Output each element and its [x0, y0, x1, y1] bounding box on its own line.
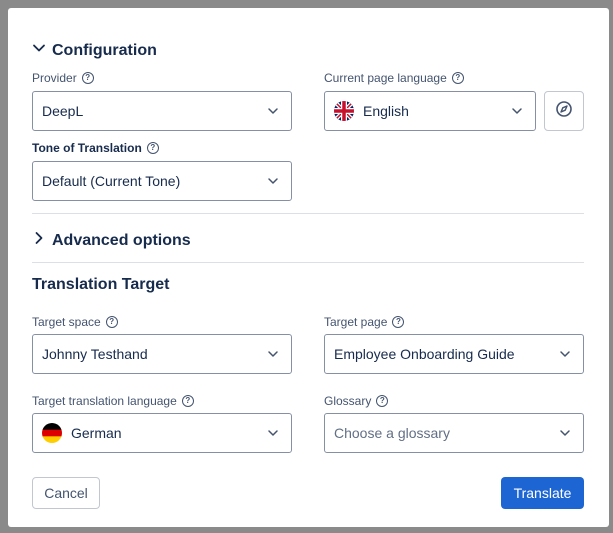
chevron-down-icon	[267, 175, 279, 187]
chevron-down-icon	[32, 41, 46, 60]
tone-label-row: Tone of Translation ?	[32, 141, 159, 155]
advanced-options-toggle[interactable]: Advanced options	[32, 231, 191, 250]
target-page-value: Employee Onboarding Guide	[334, 346, 515, 362]
chevron-down-icon	[559, 427, 571, 439]
help-icon[interactable]: ?	[146, 142, 159, 154]
divider	[32, 213, 584, 214]
current-language-label-row: Current page language ?	[324, 71, 464, 85]
glossary-select[interactable]: Choose a glossary	[324, 413, 584, 453]
configuration-toggle[interactable]: Configuration	[32, 41, 157, 60]
current-language-value: English	[363, 103, 409, 119]
uk-flag-icon	[334, 101, 354, 121]
provider-label: Provider	[32, 71, 77, 85]
target-language-select[interactable]: German	[32, 413, 292, 453]
divider	[32, 262, 584, 263]
tone-label: Tone of Translation	[32, 141, 142, 155]
help-icon[interactable]: ?	[81, 72, 94, 84]
current-language-label: Current page language	[324, 71, 447, 85]
chevron-right-icon	[32, 231, 46, 250]
cancel-button[interactable]: Cancel	[32, 477, 100, 509]
target-page-label-row: Target page ?	[324, 315, 405, 329]
translate-button[interactable]: Translate	[501, 477, 584, 509]
detect-language-button[interactable]	[544, 91, 584, 131]
advanced-options-title: Advanced options	[52, 231, 191, 249]
target-space-select[interactable]: Johnny Testhand	[32, 334, 292, 374]
glossary-label: Glossary	[324, 394, 372, 408]
current-language-select[interactable]: English	[324, 91, 536, 131]
glossary-label-row: Glossary ?	[324, 394, 389, 408]
help-icon[interactable]: ?	[451, 72, 464, 84]
chevron-down-icon	[559, 348, 571, 360]
chevron-down-icon	[267, 427, 279, 439]
glossary-placeholder: Choose a glossary	[334, 425, 450, 441]
tone-select[interactable]: Default (Current Tone)	[32, 161, 292, 201]
target-language-value: German	[71, 425, 122, 441]
target-language-label: Target translation language	[32, 394, 177, 408]
help-icon[interactable]: ?	[392, 316, 405, 328]
translation-target-title: Translation Target	[32, 276, 170, 293]
chevron-down-icon	[267, 105, 279, 117]
help-icon[interactable]: ?	[376, 395, 389, 407]
chevron-down-icon	[267, 348, 279, 360]
target-space-label: Target space	[32, 315, 101, 329]
target-page-select[interactable]: Employee Onboarding Guide	[324, 334, 584, 374]
provider-value: DeepL	[42, 103, 84, 119]
target-page-label: Target page	[324, 315, 388, 329]
help-icon[interactable]: ?	[105, 316, 118, 328]
target-language-label-row: Target translation language ?	[32, 394, 194, 408]
help-icon[interactable]: ?	[181, 395, 194, 407]
compass-icon	[555, 100, 573, 123]
target-space-label-row: Target space ?	[32, 315, 118, 329]
configuration-title: Configuration	[52, 41, 157, 59]
tone-value: Default (Current Tone)	[42, 173, 181, 189]
germany-flag-icon	[42, 423, 62, 443]
provider-select[interactable]: DeepL	[32, 91, 292, 131]
chevron-down-icon	[511, 105, 523, 117]
provider-label-row: Provider ?	[32, 71, 94, 85]
translate-dialog: Configuration Provider ? DeepL Current p…	[8, 8, 609, 527]
target-space-value: Johnny Testhand	[42, 346, 148, 362]
